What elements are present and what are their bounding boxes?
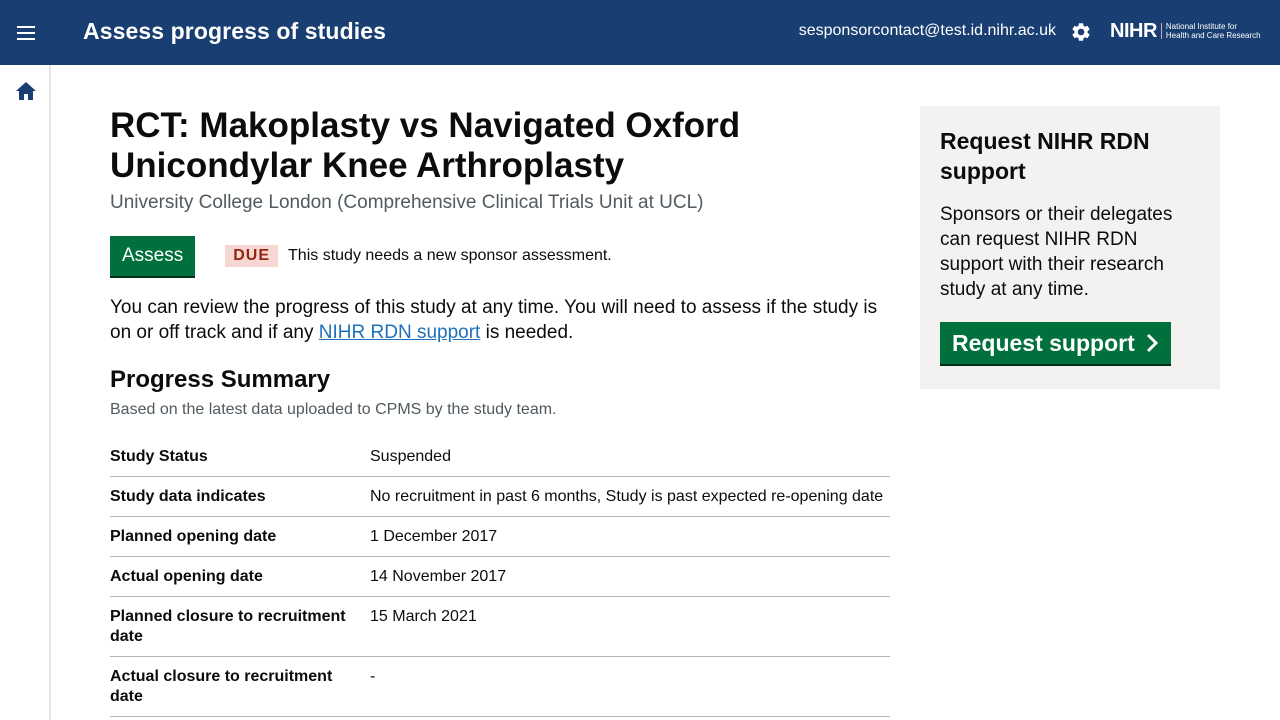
progress-summary-title: Progress Summary xyxy=(110,366,331,393)
hamburger-menu-icon[interactable] xyxy=(16,22,38,42)
main-content: RCT: Makoplasty vs Navigated Oxford Unic… xyxy=(110,106,890,717)
summary-value: 1 December 2017 xyxy=(370,528,498,545)
summary-row: Actual opening date 14 November 2017 xyxy=(110,557,890,597)
summary-value: 14 November 2017 xyxy=(370,568,507,585)
request-support-button[interactable]: Request support xyxy=(940,322,1171,364)
summary-key: Actual opening date xyxy=(110,568,263,585)
summary-row: Actual closure to recruitment date - xyxy=(110,657,890,717)
summary-key: Planned closure to recruitment date xyxy=(110,608,346,645)
summary-key: Study data indicates xyxy=(110,488,266,505)
summary-value: 15 March 2021 xyxy=(370,608,477,625)
assess-button[interactable]: Assess xyxy=(110,236,196,276)
summary-row: Planned opening date 1 December 2017 xyxy=(110,517,890,557)
summary-value: Suspended xyxy=(370,448,451,465)
logo-subtitle: National Institute for Health and Care R… xyxy=(1166,22,1261,40)
logo-subtitle-line1: National Institute for xyxy=(1165,22,1238,31)
request-support-card: Request NIHR RDN support Sponsors or the… xyxy=(920,106,1220,389)
intro-paragraph: You can review the progress of this stud… xyxy=(110,295,890,345)
page-title: RCT: Makoplasty vs Navigated Oxford Unic… xyxy=(110,106,741,185)
assessment-status-row: Assess DUE This study needs a new sponso… xyxy=(110,236,890,276)
status-badge: DUE xyxy=(225,245,279,267)
status-text: This study needs a new sponsor assessmen… xyxy=(288,247,612,264)
nihr-rdn-support-link[interactable]: NIHR RDN support xyxy=(319,322,481,343)
card-body: Sponsors or their delegates can request … xyxy=(940,204,1173,300)
home-icon[interactable] xyxy=(15,81,37,101)
chevron-right-icon xyxy=(1146,333,1158,353)
summary-row: Study data indicates No recruitment in p… xyxy=(110,477,890,517)
request-support-label: Request support xyxy=(952,329,1135,356)
intro-text-end: is needed. xyxy=(480,322,574,343)
progress-summary-hint: Based on the latest data uploaded to CPM… xyxy=(110,401,557,418)
top-header: Assess progress of studies sesponsorcont… xyxy=(0,0,1280,65)
summary-list: Study Status Suspended Study data indica… xyxy=(110,437,890,717)
summary-row: Planned closure to recruitment date 15 M… xyxy=(110,597,890,657)
summary-value: No recruitment in past 6 months, Study i… xyxy=(370,488,884,505)
side-navigation xyxy=(0,65,51,720)
card-title: Request NIHR RDN support xyxy=(940,128,1150,184)
organisation-name: University College London (Comprehensive… xyxy=(110,192,704,213)
nihr-logo[interactable]: NIHR National Institute for Health and C… xyxy=(1110,19,1261,43)
gear-icon[interactable] xyxy=(1070,21,1092,43)
summary-key: Planned opening date xyxy=(110,528,277,545)
summary-key: Actual closure to recruitment date xyxy=(110,668,333,705)
app-title: Assess progress of studies xyxy=(83,18,386,44)
user-email: sesponsorcontact@test.id.nihr.ac.uk xyxy=(798,22,1056,39)
summary-key: Study Status xyxy=(110,448,208,465)
logo-subtitle-line2: Health and Care Research xyxy=(1165,31,1261,40)
summary-row: Study Status Suspended xyxy=(110,437,890,477)
logo-wordmark: NIHR xyxy=(1110,19,1157,42)
logo-divider xyxy=(1160,23,1162,39)
summary-value: - xyxy=(370,668,376,685)
